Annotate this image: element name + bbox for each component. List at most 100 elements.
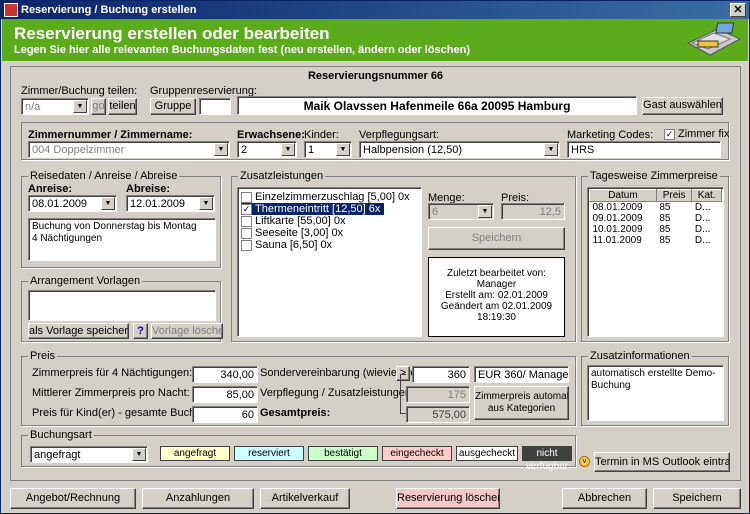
table-row[interactable]: 10.01.2009 85 D... — [590, 224, 722, 235]
app-icon — [4, 3, 18, 17]
arrival-label: Anreise: — [28, 183, 73, 195]
column-header[interactable]: Kat. — [691, 189, 722, 202]
gruppe-button[interactable]: Gruppe — [150, 98, 196, 115]
departure-date-picker[interactable]: 12.01.2009 ▼ — [126, 195, 215, 212]
extras-item[interactable]: Seeseite [3,00] 0x — [241, 227, 347, 239]
extras-group: Zusatzleistungen Einzelzimmerzuschlag [5… — [231, 170, 576, 342]
info-title: Zusatzinformationen — [588, 350, 692, 362]
share-select[interactable]: n/a ▼ — [21, 98, 89, 115]
extras-item[interactable]: Liftkarte [55,00] 0x — [241, 215, 350, 227]
outlook-button[interactable]: Termin in MS Outlook eintragen — [594, 452, 730, 472]
extras-item-label: Thermeneintritt [12,50] 6x — [255, 203, 381, 215]
column-header[interactable]: Preis — [655, 189, 693, 202]
booking-type-group: Buchungsart angefragt ▼ angefragt reservie… — [21, 429, 576, 472]
marketing-input[interactable]: HRS — [567, 141, 721, 158]
special-input[interactable]: 360 — [412, 366, 470, 383]
table-row[interactable]: 11.01.2009 85 D... — [590, 235, 722, 246]
room-price-input[interactable]: 340,00 — [192, 366, 258, 383]
status-badge[interactable]: angefragt — [160, 446, 230, 461]
avg-price-input[interactable]: 85,00 — [192, 386, 258, 403]
close-button[interactable]: ✕ — [730, 3, 746, 17]
daily-prices-title: Tagesweise Zimmerpreise — [588, 170, 720, 182]
extras-item-label: Liftkarte [55,00] 0x — [255, 215, 346, 227]
teilen-button[interactable]: teilen — [108, 98, 137, 115]
cancel-button[interactable]: Abbrechen — [562, 488, 647, 509]
outlook-expand-icon[interactable]: v — [579, 456, 590, 467]
footer-bar: Angebot/Rechnung Anzahlungen Artikelverk… — [2, 485, 748, 513]
departure-label: Abreise: — [126, 183, 171, 195]
table-cell: 08.01.2009 — [592, 202, 643, 213]
arrangement-title: Arrangement Vorlagen — [28, 275, 143, 287]
kids-price-input[interactable]: 60 — [192, 406, 258, 423]
checkbox-icon[interactable] — [241, 191, 252, 203]
status-badge[interactable]: eingecheckt — [382, 446, 452, 461]
kids-select[interactable]: 1 ▼ — [304, 141, 352, 158]
table-cell: 85 — [659, 224, 671, 235]
info-textarea[interactable]: automatisch erstellte Demo-Buchung — [587, 365, 724, 421]
extras-total-label: Verpflegung / Zusatzleistungen: — [260, 387, 415, 399]
table-cell: 11.01.2009 — [592, 235, 642, 246]
qty-select[interactable]: 6 ▼ — [428, 203, 494, 220]
booking-type-select[interactable]: angefragt ▼ — [30, 446, 148, 463]
payments-button[interactable]: Anzahlungen — [142, 488, 254, 509]
room-value: 004 Doppelzimmer — [32, 144, 125, 156]
chevron-down-icon: ▼ — [478, 205, 492, 218]
status-badge[interactable]: bestätigt — [308, 446, 378, 461]
help-button[interactable]: ? — [133, 323, 148, 339]
checkbox-icon[interactable] — [241, 227, 252, 239]
meal-select[interactable]: Halbpension (12,50) ▼ — [359, 141, 560, 158]
total-input: 575,00 — [406, 406, 470, 423]
table-row[interactable]: 09.01.2009 85 D... — [590, 213, 722, 224]
kids-price-label: Preis für Kind(er) - gesamte Buchung: — [32, 407, 217, 419]
room-fix-label: Zimmer fix — [678, 128, 730, 140]
delete-template-button[interactable]: Vorlage löschen — [151, 323, 223, 339]
daily-prices-table[interactable]: Datum Preis Kat. 08.01.2009 85 D... 09.01.2… — [587, 187, 724, 337]
meal-value: Halbpension (12,50) — [363, 144, 463, 156]
room-select[interactable]: 004 Doppelzimmer ▼ — [28, 141, 230, 158]
booking-form: Reservierungsnummer 66 Zimmer/Buchung te… — [10, 66, 741, 481]
group-input[interactable] — [199, 98, 231, 115]
table-row[interactable]: 08.01.2009 85 D... — [590, 202, 722, 213]
adults-label: Erwachsene: — [237, 129, 305, 141]
room-price-label: Zimmerpreis für 4 Nächtigungen: — [32, 367, 193, 379]
save-template-button[interactable]: als Vorlage speichern — [28, 323, 129, 339]
checkbox-icon[interactable] — [241, 215, 252, 227]
edit-info-line: Geändert am 02.01.2009 18:19:30 — [440, 301, 553, 323]
extras-list[interactable]: Einzelzimmerzuschlag [5,00] 0x ✓ Thermenei… — [237, 187, 422, 337]
status-badge[interactable]: nicht verfügbar — [522, 446, 572, 472]
chevron-down-icon: ▼ — [281, 143, 295, 156]
price-group: Preis Zimmerpreis für 4 Nächtigungen: 34… — [21, 350, 576, 426]
special-who-input[interactable]: EUR 360/ Manager — [474, 366, 569, 383]
edit-info-line: Zuletzt bearbeitet von: — [447, 268, 546, 279]
adults-value: 2 — [241, 144, 248, 156]
status-badge[interactable]: reserviert — [234, 446, 304, 461]
table-cell: D... — [694, 235, 711, 246]
checkbox-icon[interactable] — [241, 239, 252, 251]
delete-reservation-button[interactable]: Reservierung löschen — [396, 488, 500, 509]
status-badge[interactable]: ausgecheckt — [456, 446, 518, 461]
column-header[interactable]: Datum — [589, 189, 657, 202]
auto-price-button[interactable]: Zimmerpreis automatisch aus Kategorien — [474, 386, 569, 420]
extras-price-input[interactable]: 12,5 — [501, 203, 565, 220]
save-button[interactable]: Speichern — [653, 488, 741, 509]
adults-select[interactable]: 2 ▼ — [237, 141, 297, 158]
extras-item[interactable]: Sauna [6,50] 0x — [241, 239, 336, 251]
extras-item[interactable]: ✓ Thermeneintritt [12,50] 6x — [241, 203, 385, 215]
travel-info-line1: Buchung von Donnerstag bis Montag — [32, 221, 197, 232]
table-cell: 10.01.2009 — [592, 224, 643, 235]
window-title: Reservierung / Buchung erstellen — [21, 4, 197, 16]
arrival-date-picker[interactable]: 08.01.2009 ▼ — [28, 195, 117, 212]
booking-type-value: angefragt — [34, 449, 81, 461]
go-button[interactable]: go — [91, 98, 106, 115]
item-sale-button[interactable]: Artikelverkauf — [260, 488, 350, 509]
arrangement-list[interactable] — [28, 290, 216, 321]
extras-item[interactable]: Einzelzimmerzuschlag [5,00] 0x — [241, 191, 414, 203]
offer-invoice-button[interactable]: Angebot/Rechnung — [10, 488, 136, 509]
checkbox-icon[interactable]: ✓ — [241, 203, 252, 215]
departure-value: 12.01.2009 — [130, 198, 186, 210]
room-fix-checkbox[interactable]: ✓ Zimmer fix — [664, 128, 729, 140]
select-guest-button[interactable]: Gast auswählen — [642, 97, 723, 115]
marketing-label: Marketing Codes: — [567, 129, 654, 141]
meal-label: Verpflegungsart: — [359, 129, 440, 141]
extras-save-button[interactable]: Speichern — [428, 227, 565, 250]
